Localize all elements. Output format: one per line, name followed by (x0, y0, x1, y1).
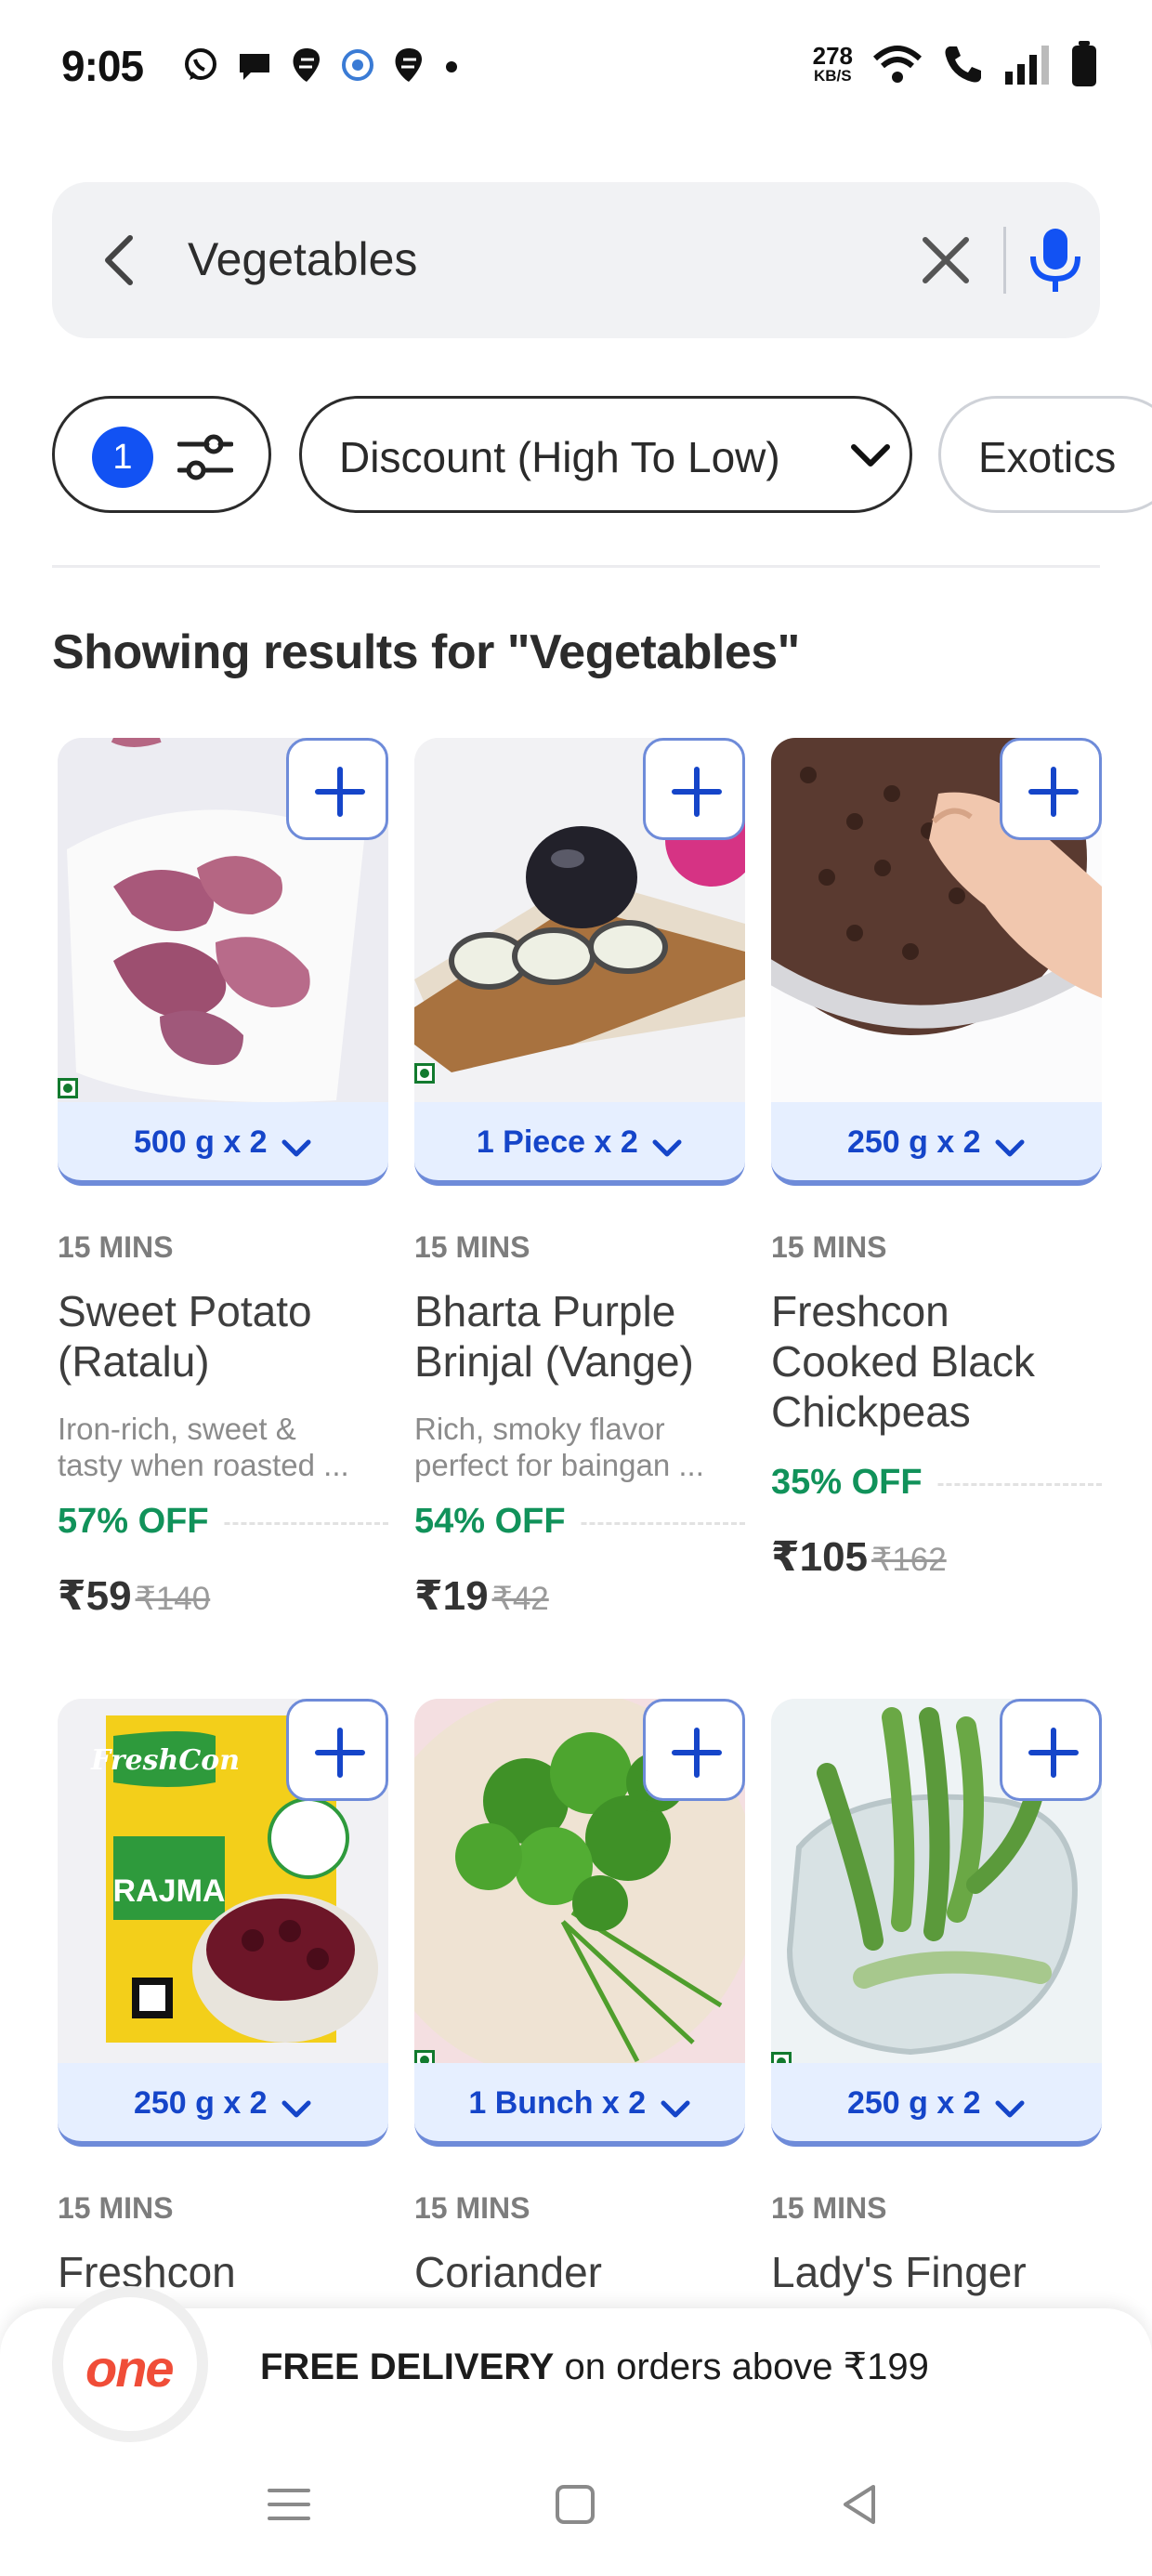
price-row: ₹19 ₹42 (414, 1572, 549, 1620)
price-row: ₹59 ₹140 (58, 1572, 210, 1620)
delivery-eta: 15 MINS (771, 1230, 887, 1264)
discount-label: 35% OFF (771, 1463, 936, 1502)
add-to-cart-button[interactable] (643, 1699, 745, 1801)
add-to-cart-button[interactable] (1000, 738, 1102, 840)
back-arrow-icon[interactable] (93, 230, 149, 290)
sort-dropdown[interactable]: Discount (High To Low) (299, 396, 912, 513)
system-navigation-bar (0, 2453, 1152, 2556)
swiggy-icon (293, 48, 320, 82)
signal-icon (1005, 46, 1049, 85)
delivery-eta: 15 MINS (414, 1230, 530, 1264)
category-chip-label: Exotics (978, 433, 1117, 481)
divider (52, 565, 1100, 568)
chevron-down-icon (995, 2100, 1025, 2118)
whatsapp-icon (185, 48, 216, 80)
filter-chips: 1 Discount (High To Low) Exotics (52, 396, 1152, 513)
chevron-down-icon (995, 1139, 1025, 1157)
chevron-down-icon (281, 2100, 311, 2118)
product-card[interactable]: FreshCon RAJMA 250 g x 2 15 MINS Freshco… (58, 1699, 388, 2312)
product-title: Lady's Finger (771, 2248, 1027, 2296)
quantity-selector[interactable]: 250 g x 2 (771, 2063, 1102, 2147)
status-right: 278 KB/S (813, 41, 1098, 87)
chevron-down-icon (281, 1139, 311, 1157)
quantity-selector[interactable]: 1 Bunch x 2 (414, 2063, 745, 2147)
add-to-cart-button[interactable] (286, 1699, 388, 1801)
quantity-selector[interactable]: 250 g x 2 (771, 1102, 1102, 1186)
chevron-down-icon (851, 444, 890, 467)
add-to-cart-button[interactable] (286, 738, 388, 840)
quantity-selector[interactable]: 250 g x 2 (58, 2063, 388, 2147)
more-notifications-icon (446, 61, 457, 72)
free-delivery-text: FREE DELIVERY on orders above ₹199 (260, 2346, 929, 2387)
battery-icon (1072, 41, 1096, 86)
product-title: Freshcon Cooked Black Chickpeas (771, 1287, 1035, 1436)
microphone-icon[interactable] (1018, 223, 1093, 297)
product-title: Sweet Potato (Ratalu) (58, 1287, 312, 1386)
price: ₹59 (58, 1573, 132, 1619)
mrp: ₹42 (491, 1581, 549, 1617)
discount-row: 54% OFF (414, 1502, 745, 1544)
chat-icon (240, 54, 269, 80)
menu-icon[interactable] (266, 2481, 312, 2528)
price: ₹19 (414, 1573, 489, 1619)
sort-label: Discount (High To Low) (339, 433, 780, 481)
product-card[interactable]: 250 g x 2 15 MINS Freshcon Cooked Black … (771, 738, 1102, 1649)
delivery-eta: 15 MINS (414, 2191, 530, 2225)
search-divider (1003, 227, 1006, 294)
filter-sliders-icon (177, 434, 233, 480)
delivery-eta: 15 MINS (58, 2191, 174, 2225)
product-description: Rich, smoky flavor perfect for baingan .… (414, 1412, 704, 1482)
veg-indicator-icon (414, 1063, 435, 1084)
price-row: ₹105 ₹162 (771, 1533, 947, 1581)
status-time: 9:05 (61, 42, 144, 90)
quantity-selector[interactable]: 1 Piece x 2 (414, 1102, 745, 1186)
chevron-down-icon (652, 1139, 682, 1157)
wifi-icon (872, 46, 923, 83)
add-to-cart-button[interactable] (1000, 1699, 1102, 1801)
wifi-call-icon (945, 46, 981, 83)
discount-row: 57% OFF (58, 1502, 388, 1544)
package-brand-text: FreshCon (90, 1744, 240, 1777)
notification-icons (182, 46, 461, 84)
price: ₹105 (771, 1534, 869, 1580)
search-input[interactable]: Vegetables (188, 232, 417, 286)
home-icon[interactable] (552, 2481, 598, 2528)
chevron-down-icon (661, 2100, 690, 2118)
add-to-cart-button[interactable] (643, 738, 745, 840)
swiggy-icon-2 (395, 48, 422, 82)
search-bar[interactable]: Vegetables (52, 182, 1100, 338)
back-icon[interactable] (836, 2481, 883, 2528)
discount-label: 54% OFF (414, 1502, 579, 1541)
clear-icon[interactable] (916, 230, 975, 290)
results-heading: Showing results for "Vegetables" (52, 625, 800, 679)
mrp: ₹140 (135, 1581, 211, 1617)
product-description: Iron-rich, sweet & tasty when roasted ..… (58, 1412, 349, 1482)
filter-button[interactable]: 1 (52, 396, 271, 513)
product-title: Bharta Purple Brinjal (Vange) (414, 1287, 694, 1386)
product-card[interactable]: 1 Piece x 2 15 MINS Bharta Purple Brinja… (414, 738, 745, 1649)
app-icon (342, 49, 373, 81)
category-chip-exotics[interactable]: Exotics (938, 396, 1152, 513)
product-title: Coriander (414, 2248, 602, 2296)
quantity-selector[interactable]: 500 g x 2 (58, 1102, 388, 1186)
discount-label: 57% OFF (58, 1502, 222, 1541)
product-card[interactable]: 500 g x 2 15 MINS Sweet Potato (Ratalu) … (58, 738, 388, 1649)
one-logo: one (85, 2339, 175, 2398)
delivery-eta: 15 MINS (58, 1230, 174, 1264)
active-filter-count: 1 (92, 427, 153, 488)
product-card[interactable]: 250 g x 2 15 MINS Lady's Finger (771, 1699, 1102, 2312)
package-product-text: RAJMA (113, 1873, 226, 1909)
product-card[interactable]: 1 Bunch x 2 15 MINS Coriander (414, 1699, 745, 2312)
one-membership-badge[interactable]: one (52, 2286, 208, 2442)
status-bar: 9:05 278 KB/S (0, 0, 1152, 139)
delivery-eta: 15 MINS (771, 2191, 887, 2225)
network-speed: 278 KB/S (812, 42, 853, 85)
mrp: ₹162 (871, 1542, 947, 1578)
veg-indicator-icon (58, 1078, 78, 1098)
discount-row: 35% OFF (771, 1463, 1102, 1505)
